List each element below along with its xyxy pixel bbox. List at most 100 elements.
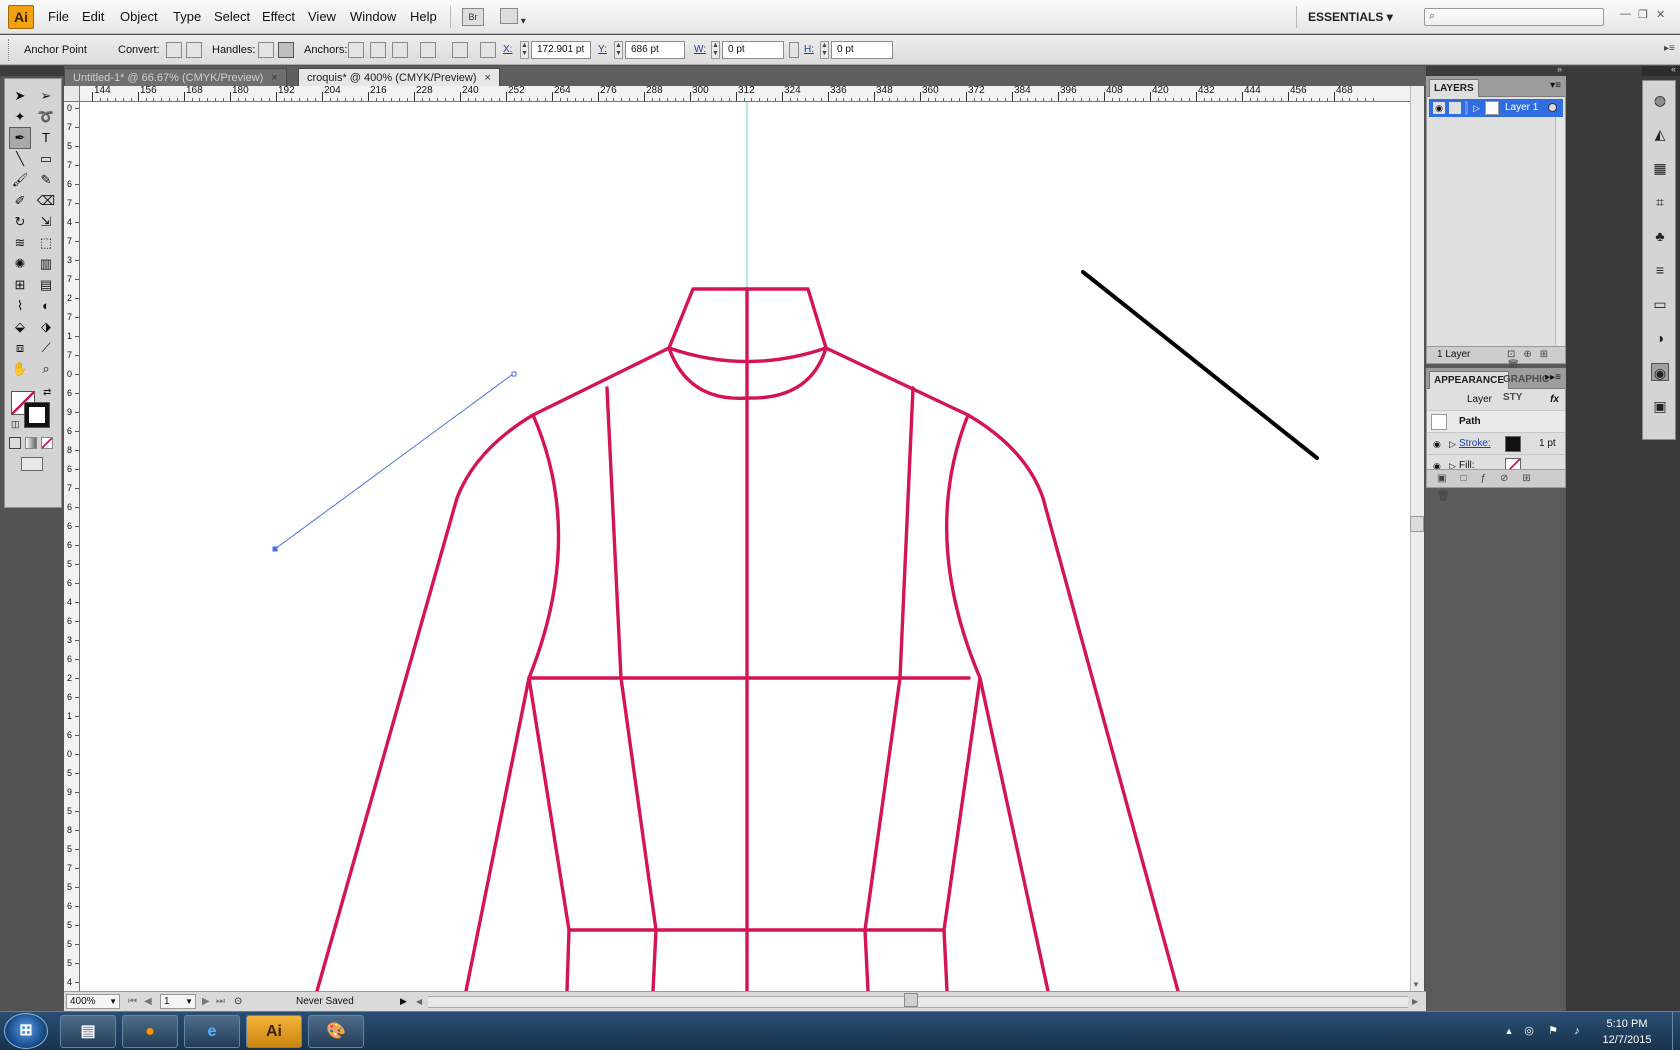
line-segment-icon[interactable]: ╲ [9,148,31,170]
first-artboard-icon[interactable]: ⏮ [128,992,137,1011]
symbols-icon[interactable]: ♣ [1651,227,1669,245]
tab-untitled[interactable]: Untitled-1* @ 66.67% (CMYK/Preview) × [64,68,287,86]
graphic-styles-icon[interactable]: ▣ [1651,397,1669,415]
firefox-taskbar-button[interactable]: ● [122,1015,178,1048]
black-stroke-path[interactable] [1081,270,1319,460]
panel-dock-header[interactable]: » [1426,64,1566,76]
eraser-icon[interactable]: ⌫ [35,190,57,212]
vertical-scroll-thumb[interactable] [1410,516,1424,532]
menu-object[interactable]: Object [114,0,164,34]
isolate-icon[interactable] [420,42,436,58]
gradient-icon[interactable]: ▤ [35,274,57,296]
network-icon[interactable]: ◎ [1522,1024,1536,1038]
workspace-switcher[interactable]: ESSENTIALS ▾ [1308,0,1393,34]
layer-row[interactable]: ◉ ▷ Layer 1 [1429,99,1563,117]
hand-icon[interactable]: ✋ [9,358,31,380]
app-logo[interactable]: Ai [8,5,34,29]
left-side-seam-path[interactable] [527,676,571,991]
artboard-canvas[interactable] [80,102,1410,991]
visibility-eye-icon[interactable]: ◉ [1433,102,1445,114]
gradient-icon[interactable]: ▭ [1651,295,1669,313]
appearance-icon[interactable]: ◉ [1651,363,1669,381]
screen-mode-button[interactable] [21,457,43,471]
color-guide-icon[interactable]: ◭ [1651,125,1669,143]
y-spinner[interactable]: ▲ ▼ [614,41,623,59]
expand-icon[interactable]: ▷ [1449,433,1456,455]
collapse-icon[interactable]: » [1557,64,1562,74]
pencil-icon[interactable]: ✎ [35,169,57,191]
horizontal-scrollbar[interactable] [428,996,1408,1008]
swap-fill-stroke-icon[interactable]: ⇄ [43,387,51,398]
artboard-number-field[interactable]: 1 ▼ [160,994,196,1009]
scale-icon[interactable]: ⇲ [35,211,57,233]
direct-selection-icon[interactable]: ➢ [35,85,57,107]
close-tab-icon[interactable]: × [485,72,491,84]
lasso-icon[interactable]: ➰ [35,106,57,128]
constrain-link-icon[interactable] [789,42,799,58]
w-label[interactable]: W: [694,35,706,65]
reference-point-icon[interactable] [480,42,496,58]
magic-wand-icon[interactable]: ✦ [9,106,31,128]
default-colors-icon[interactable]: ◫ [11,419,20,430]
visibility-eye-icon[interactable]: ◉ [1433,433,1441,455]
selection-arrow-icon[interactable]: ➤ [9,85,31,107]
y-field[interactable]: 686 pt [625,41,685,59]
tab-appearance[interactable]: APPEARANCE [1429,371,1510,389]
brushes-icon[interactable]: ⌗ [1651,193,1669,211]
search-input[interactable]: ⌕ [1424,8,1604,26]
menu-window[interactable]: Window [344,0,402,34]
tab-layers[interactable]: LAYERS [1429,79,1479,97]
scroll-left-icon[interactable]: ◀ [416,992,422,1011]
right-side-seam-path[interactable] [942,676,982,991]
close-window-button[interactable]: ✕ [1656,8,1665,21]
right-shoulder-sleeve-path[interactable] [824,346,1180,991]
stroke-label[interactable]: Stroke: [1459,433,1491,455]
cut-path-icon[interactable] [392,42,408,58]
menu-view[interactable]: View [302,0,342,34]
status-flyout-icon[interactable]: ▶ [400,992,407,1011]
anchor-point[interactable] [272,546,278,552]
panel-menu-icon[interactable]: ▸▸≡ [1545,372,1561,383]
stroke-weight[interactable]: 1 pt [1539,433,1556,455]
zoom-field[interactable]: 400% ▼ [66,994,120,1009]
connect-anchor-icon[interactable] [370,42,386,58]
clock[interactable]: 5:10 PM 12/7/2015 [1586,1016,1668,1048]
artwork-svg[interactable] [80,102,1410,991]
zoom-icon[interactable]: ⌕ [35,358,57,380]
color-icon[interactable]: ◍ [1651,91,1669,109]
transform-icon[interactable] [452,42,468,58]
next-artboard-icon[interactable]: ▶ [202,992,210,1011]
none-mode-button[interactable] [41,437,53,449]
w-field[interactable]: 0 pt [722,41,784,59]
eyedropper-icon[interactable]: ⌇ [9,295,31,317]
symbol-sprayer-icon[interactable]: ✺ [9,253,31,275]
status-menu-icon[interactable]: ⊙ [234,992,242,1011]
menu-effect[interactable]: Effect [256,0,301,34]
action-center-icon[interactable]: ⚑ [1546,1024,1560,1038]
x-field[interactable]: 172.901 pt [531,41,591,59]
live-paint-icon[interactable]: ⬙ [9,316,31,338]
y-label[interactable]: Y: [598,35,607,65]
layers-scrollbar[interactable] [1555,117,1565,345]
control-bar-menu-icon[interactable]: ▸≡ [1664,43,1675,54]
h-spinner[interactable]: ▲ ▼ [820,41,829,59]
layer-name[interactable]: Layer 1 [1505,99,1538,117]
free-transform-icon[interactable]: ⬚ [35,232,57,254]
color-mode-button[interactable] [9,437,21,449]
stroke-swatch[interactable] [25,403,49,427]
appearance-actions-icon[interactable]: ▣□ƒ⊘⊞🗑 [1437,470,1565,506]
volume-icon[interactable]: ♪ [1570,1024,1584,1038]
swatches-icon[interactable]: ▦ [1651,159,1669,177]
menu-type[interactable]: Type [167,0,207,34]
vertical-ruler[interactable]: 0 7 5 7 6 7 4 7 3 7 2 7 1 7 0 6 9 6 8 6 7 6 6 6 5 6 4 6 3 6 2 6 1 6 0 5 9 5 8 5… [64,102,80,991]
last-artboard-icon[interactable]: ⏭ [216,992,225,1011]
expand-dock-icon[interactable]: « [1671,64,1676,74]
toolbox-header[interactable] [0,66,64,76]
ruler-origin[interactable] [64,86,80,102]
x-label[interactable]: X: [503,35,512,65]
horizontal-ruler[interactable]: 144 156 168 180 192 204 216 228 240 252 264 276 288 3… [80,86,1410,102]
expand-layer-icon[interactable]: ▷ [1473,99,1480,117]
h-label[interactable]: H: [804,35,814,65]
right-princess-seam-path[interactable] [863,386,915,991]
left-princess-seam-path[interactable] [605,386,658,991]
